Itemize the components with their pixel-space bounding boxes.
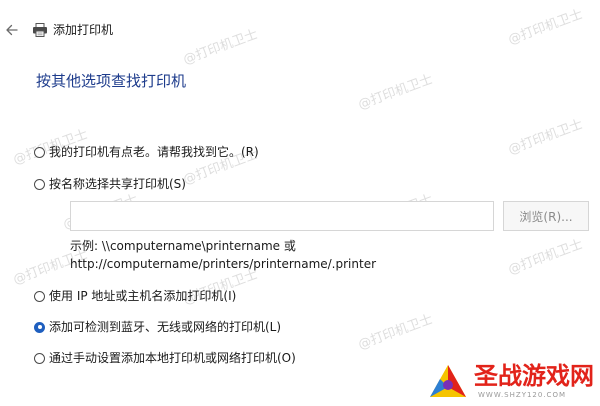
option-label: 我的打印机有点老。请帮我找到它。(R) (49, 145, 259, 159)
option-label: 添加可检测到蓝牙、无线或网络的打印机(L) (49, 320, 282, 334)
radio-button[interactable] (34, 146, 45, 158)
logo-url: WWW.SHZY120.COM (478, 391, 566, 399)
radio-button-selected[interactable] (34, 321, 45, 333)
logo-mark-icon (430, 365, 466, 397)
shared-printer-name-input[interactable] (70, 201, 494, 231)
option-label: 使用 IP 地址或主机名添加打印机(I) (49, 289, 237, 303)
radio-button[interactable] (34, 352, 45, 364)
example-text-line-1: 示例: \\computername\printername 或 (70, 239, 296, 253)
radio-button[interactable] (34, 178, 45, 190)
watermark-text: @打印机卫士 (356, 312, 435, 353)
option-ip-address[interactable]: 使用 IP 地址或主机名添加打印机(I) (34, 288, 236, 304)
watermark-text: @打印机卫士 (356, 72, 435, 113)
watermark-text: @打印机卫士 (506, 237, 585, 278)
title-bar: 添加打印机 (0, 0, 600, 60)
option-label: 通过手动设置添加本地打印机或网络打印机(O) (49, 351, 296, 365)
page-heading: 按其他选项查找打印机 (36, 72, 187, 90)
option-printer-old[interactable]: 我的打印机有点老。请帮我找到它。(R) (34, 144, 259, 160)
back-button[interactable] (4, 22, 20, 38)
browse-button[interactable]: 浏览(R)... (503, 201, 589, 231)
option-bluetooth-wireless-network[interactable]: 添加可检测到蓝牙、无线或网络的打印机(L) (34, 319, 281, 335)
back-arrow-icon (6, 24, 18, 36)
printer-icon (32, 22, 48, 38)
window-title: 添加打印机 (53, 23, 114, 37)
option-manual-local-network[interactable]: 通过手动设置添加本地打印机或网络打印机(O) (34, 350, 296, 366)
logo-text: 圣战游戏网 (474, 362, 594, 390)
radio-button[interactable] (34, 290, 45, 302)
example-text-line-2: http://computername/printers/printername… (70, 257, 377, 271)
option-select-shared-printer[interactable]: 按名称选择共享打印机(S) (34, 176, 186, 192)
option-label: 按名称选择共享打印机(S) (49, 177, 186, 191)
site-logo: 圣战游戏网 WWW.SHZY120.COM (424, 358, 594, 404)
watermark-text: @打印机卫士 (506, 117, 585, 158)
